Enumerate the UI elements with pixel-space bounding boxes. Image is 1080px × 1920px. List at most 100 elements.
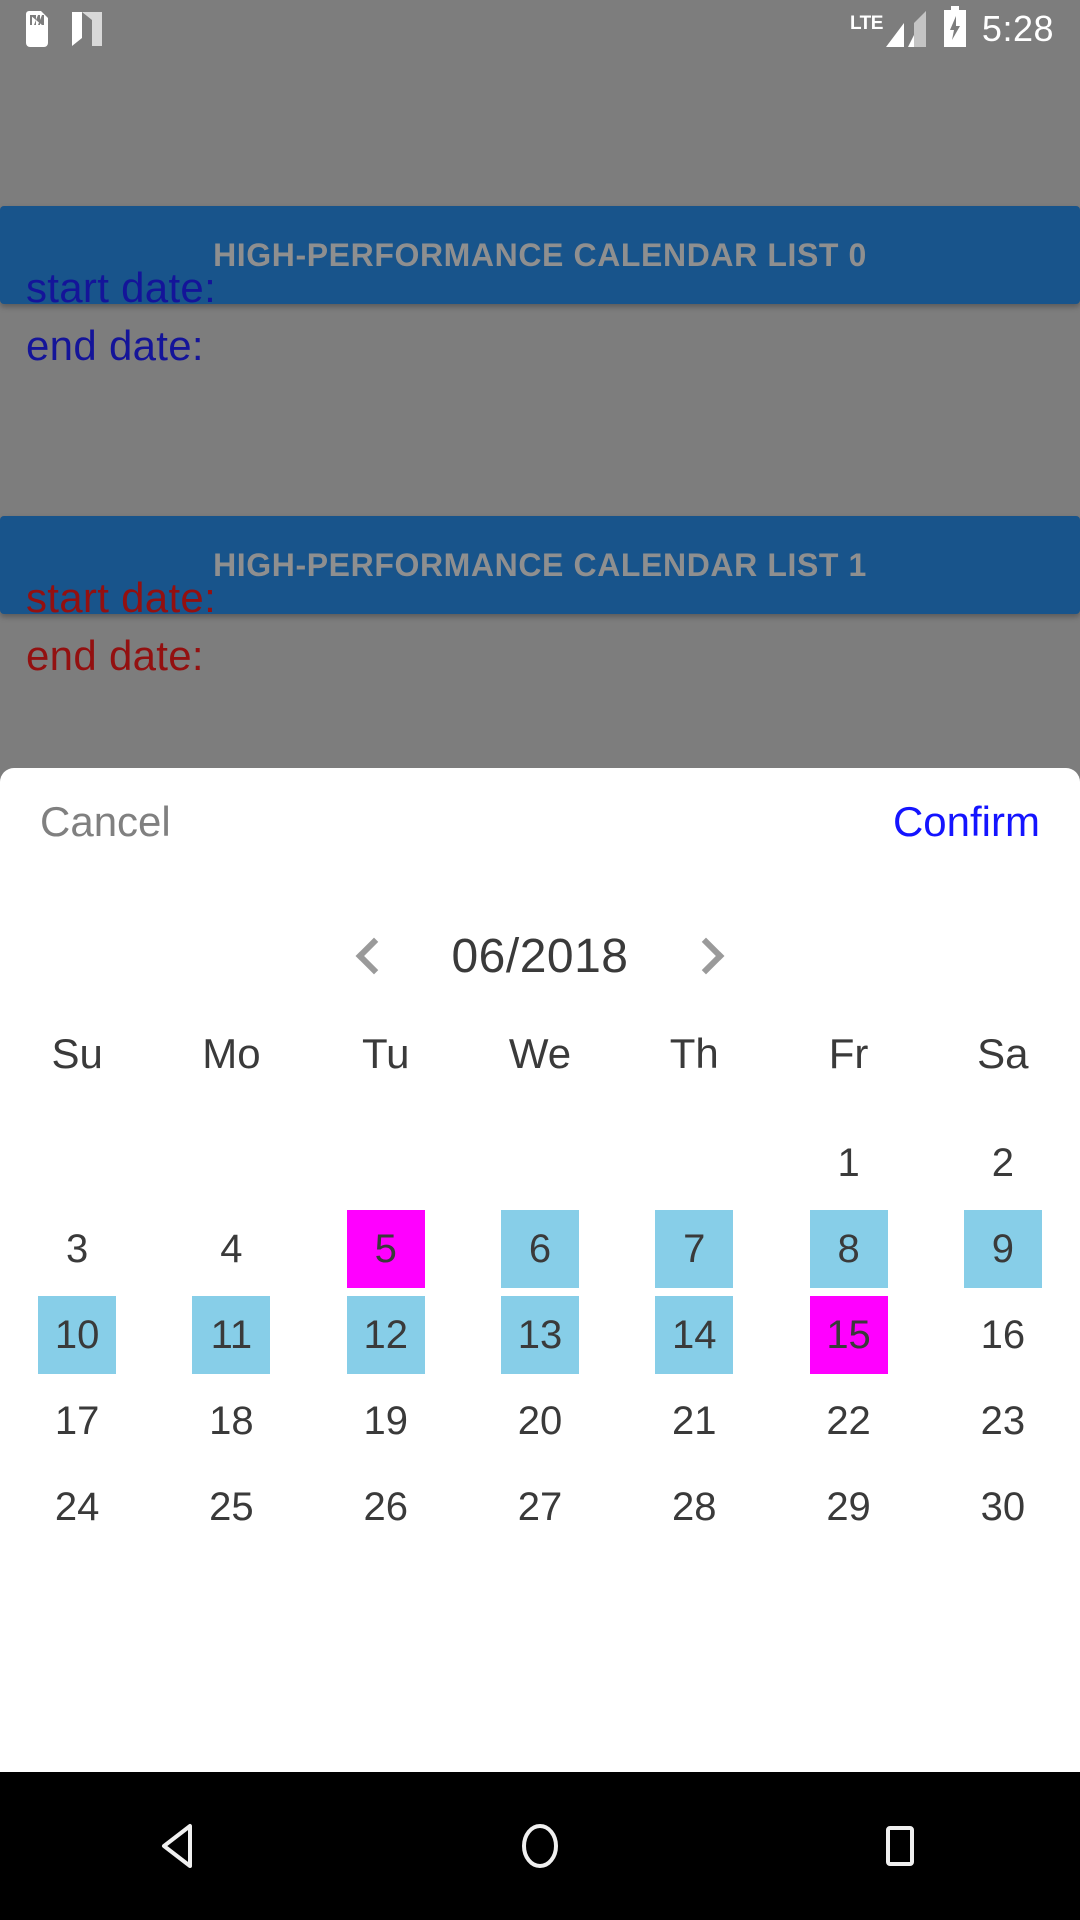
day-25[interactable]: 25 — [192, 1468, 270, 1546]
day-17[interactable]: 17 — [38, 1382, 116, 1460]
day-4[interactable]: 4 — [192, 1210, 270, 1288]
sd-card-icon — [26, 11, 48, 47]
calendar-cell: 24 — [0, 1464, 154, 1550]
chevron-left-icon[interactable] — [355, 939, 389, 973]
calendar-cell: 12 — [309, 1292, 463, 1378]
calendar-cell: 19 — [309, 1378, 463, 1464]
day-16[interactable]: 16 — [964, 1296, 1042, 1374]
list-0-end-date-label: end date: — [26, 322, 204, 370]
calendar-cell: 9 — [926, 1206, 1080, 1292]
day-14[interactable]: 14 — [655, 1296, 733, 1374]
cancel-button[interactable]: Cancel — [40, 798, 171, 846]
day-29[interactable]: 29 — [810, 1468, 888, 1546]
calendar-cell — [617, 1120, 771, 1206]
calendar-cell: 21 — [617, 1378, 771, 1464]
calendar-cell: 26 — [309, 1464, 463, 1550]
list-0-start-date-label: start date: — [26, 264, 216, 312]
calendar-cell: 16 — [926, 1292, 1080, 1378]
chevron-right-icon[interactable] — [691, 939, 725, 973]
day-8[interactable]: 8 — [810, 1210, 888, 1288]
weekday-label-mo: Mo — [154, 1030, 308, 1078]
weekday-label-th: Th — [617, 1030, 771, 1078]
calendar-cell: 6 — [463, 1206, 617, 1292]
calendar-cell: 5 — [309, 1206, 463, 1292]
calendar-day-grid: 1234567891011121314151617181920212223242… — [0, 1120, 1080, 1550]
day-placeholder — [38, 1124, 116, 1202]
weekday-label-we: We — [463, 1030, 617, 1078]
day-placeholder — [655, 1124, 733, 1202]
day-2[interactable]: 2 — [964, 1124, 1042, 1202]
month-navigation: 06/2018 — [0, 896, 1080, 1016]
dialog-header: Cancel Confirm — [0, 768, 1080, 876]
recents-square-icon[interactable] — [840, 1786, 960, 1906]
day-9[interactable]: 9 — [964, 1210, 1042, 1288]
battery-charging-icon — [942, 6, 968, 53]
calendar-cell — [309, 1120, 463, 1206]
calendar-cell: 10 — [0, 1292, 154, 1378]
calendar-cell: 25 — [154, 1464, 308, 1550]
day-7[interactable]: 7 — [655, 1210, 733, 1288]
list-1-end-date-label: end date: — [26, 632, 204, 680]
day-6[interactable]: 6 — [501, 1210, 579, 1288]
calendar-cell: 29 — [771, 1464, 925, 1550]
calendar-cell: 11 — [154, 1292, 308, 1378]
day-1[interactable]: 1 — [810, 1124, 888, 1202]
day-15[interactable]: 15 — [810, 1296, 888, 1374]
day-10[interactable]: 10 — [38, 1296, 116, 1374]
calendar-cell — [0, 1120, 154, 1206]
day-24[interactable]: 24 — [38, 1468, 116, 1546]
calendar-cell: 3 — [0, 1206, 154, 1292]
calendar-cell: 15 — [771, 1292, 925, 1378]
calendar-cell: 30 — [926, 1464, 1080, 1550]
day-5[interactable]: 5 — [347, 1210, 425, 1288]
day-23[interactable]: 23 — [964, 1382, 1042, 1460]
calendar-cell: 27 — [463, 1464, 617, 1550]
day-26[interactable]: 26 — [347, 1468, 425, 1546]
home-circle-icon[interactable] — [480, 1786, 600, 1906]
calendar-cell: 22 — [771, 1378, 925, 1464]
nfc-n-icon — [70, 10, 104, 48]
confirm-button[interactable]: Confirm — [893, 798, 1040, 846]
day-placeholder — [501, 1124, 579, 1202]
weekday-label-sa: Sa — [926, 1030, 1080, 1078]
day-27[interactable]: 27 — [501, 1468, 579, 1546]
back-triangle-icon[interactable] — [120, 1786, 240, 1906]
lte-label: LTE — [850, 14, 883, 33]
day-3[interactable]: 3 — [38, 1210, 116, 1288]
day-18[interactable]: 18 — [192, 1382, 270, 1460]
weekday-label-su: Su — [0, 1030, 154, 1078]
list-1-start-date-label: start date: — [26, 574, 216, 622]
status-bar: LTE 5:28 — [0, 0, 1080, 58]
system-navigation-bar — [0, 1772, 1080, 1920]
calendar-cell: 2 — [926, 1120, 1080, 1206]
status-bar-left-icons — [26, 10, 104, 48]
day-11[interactable]: 11 — [192, 1296, 270, 1374]
calendar-cell: 8 — [771, 1206, 925, 1292]
day-placeholder — [347, 1124, 425, 1202]
day-22[interactable]: 22 — [810, 1382, 888, 1460]
lte-signal-icon: LTE — [850, 9, 928, 49]
status-bar-clock: 5:28 — [982, 11, 1054, 47]
calendar-cell: 18 — [154, 1378, 308, 1464]
weekday-label-fr: Fr — [771, 1030, 925, 1078]
calendar-cell: 28 — [617, 1464, 771, 1550]
status-bar-right-icons: LTE 5:28 — [850, 6, 1054, 53]
calendar-cell: 20 — [463, 1378, 617, 1464]
day-13[interactable]: 13 — [501, 1296, 579, 1374]
calendar-cell: 7 — [617, 1206, 771, 1292]
day-30[interactable]: 30 — [964, 1468, 1042, 1546]
day-20[interactable]: 20 — [501, 1382, 579, 1460]
weekday-header-row: SuMoTuWeThFrSa — [0, 1030, 1080, 1078]
calendar-cell: 13 — [463, 1292, 617, 1378]
day-placeholder — [192, 1124, 270, 1202]
day-21[interactable]: 21 — [655, 1382, 733, 1460]
weekday-label-tu: Tu — [309, 1030, 463, 1078]
calendar-cell: 4 — [154, 1206, 308, 1292]
day-19[interactable]: 19 — [347, 1382, 425, 1460]
calendar-cell: 17 — [0, 1378, 154, 1464]
day-28[interactable]: 28 — [655, 1468, 733, 1546]
date-range-picker-dialog: Cancel Confirm 06/2018 SuMoTuWeThFrSa 12… — [0, 768, 1080, 1772]
day-12[interactable]: 12 — [347, 1296, 425, 1374]
calendar-cell — [154, 1120, 308, 1206]
month-year-label: 06/2018 — [435, 929, 645, 984]
